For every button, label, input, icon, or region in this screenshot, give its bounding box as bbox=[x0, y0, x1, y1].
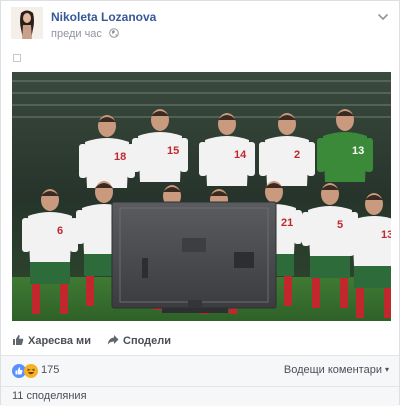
jersey-number: 13 bbox=[352, 145, 364, 157]
comment-sort-dropdown[interactable]: Водещи коментари ▾ bbox=[284, 364, 389, 376]
team-photo: 1815142136917321513 bbox=[12, 72, 391, 321]
avatar-image bbox=[11, 7, 43, 39]
jersey-number: 2 bbox=[294, 149, 300, 161]
jersey-number: 13 bbox=[381, 229, 391, 241]
shares-bar: 11 споделяния bbox=[1, 386, 399, 406]
chevron-down-icon[interactable] bbox=[377, 9, 389, 21]
jersey-number: 6 bbox=[57, 225, 63, 237]
caret-down-icon: ▾ bbox=[384, 365, 389, 374]
share-arrow-icon bbox=[107, 335, 119, 345]
comment-sort-label: Водещи коментари bbox=[283, 364, 382, 376]
jersey-number: 5 bbox=[337, 219, 343, 231]
globe-icon bbox=[109, 28, 119, 41]
reactions-bar: 175 Водещи коментари ▾ bbox=[1, 356, 399, 386]
tv-back bbox=[111, 201, 277, 313]
thumbs-up-icon bbox=[13, 335, 24, 345]
post-photo[interactable]: 1815142136917321513 bbox=[12, 72, 391, 321]
haha-reaction-icon[interactable] bbox=[24, 364, 38, 378]
reaction-count[interactable]: 175 bbox=[41, 364, 59, 376]
jersey-number: 14 bbox=[234, 149, 247, 161]
jersey-number: 15 bbox=[167, 145, 179, 157]
post-card: Nikoleta Lozanova преди час 18 15 14 2 1… bbox=[0, 0, 400, 406]
embed-placeholder bbox=[13, 54, 21, 62]
jersey-number: 21 bbox=[281, 217, 293, 229]
like-label: Харесва ми bbox=[28, 335, 91, 347]
like-button[interactable]: Харесва ми bbox=[12, 334, 91, 347]
share-button[interactable]: Сподели bbox=[107, 334, 171, 347]
shares-count[interactable]: 11 споделяния bbox=[12, 390, 87, 402]
post-header: Nikoleta Lozanova преди час bbox=[11, 7, 391, 43]
post-time[interactable]: преди час bbox=[51, 28, 102, 40]
share-label: Сподели bbox=[123, 335, 172, 347]
post-meta: преди час bbox=[51, 28, 119, 41]
jersey-number: 18 bbox=[114, 151, 126, 163]
avatar[interactable] bbox=[11, 7, 43, 39]
author-name[interactable]: Nikoleta Lozanova bbox=[51, 10, 156, 24]
post-actions: Харесва ми Сподели bbox=[1, 323, 399, 356]
